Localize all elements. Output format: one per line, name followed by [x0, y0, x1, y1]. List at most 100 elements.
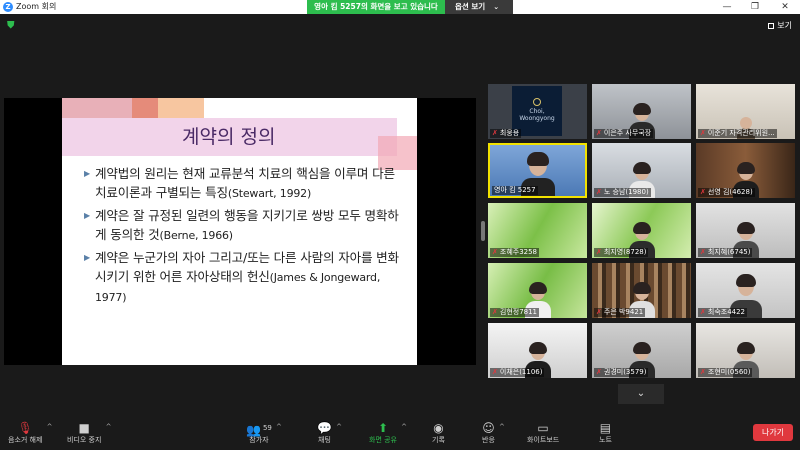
participant-name-label: ✗ 주은 박9421	[594, 308, 646, 317]
split-view-handle[interactable]	[481, 221, 485, 241]
slide-bullet-list: 계약법의 원리는 현재 교류분석 치료의 핵심을 이루며 다른 치료이론과 구별…	[84, 164, 402, 310]
participant-name-label: ✗ 이은주 사무국장	[594, 129, 654, 138]
chevron-up-icon[interactable]: ^	[401, 423, 407, 431]
slide-decoration	[158, 98, 204, 118]
video-tile[interactable]: ✗ 권경미(3579)	[592, 323, 691, 378]
participants-count: 59	[262, 424, 272, 432]
video-tile[interactable]: ✗ 이은주 사무국장	[592, 84, 691, 139]
mic-muted-icon: ✗	[700, 308, 706, 316]
reactions-button[interactable]: ☺ 반응 ^	[482, 420, 505, 445]
video-tile[interactable]: ✗ 이채은(1106)	[488, 323, 587, 378]
close-icon[interactable]: ✕	[775, 1, 795, 13]
video-tile[interactable]: ✗ 주은 박9421	[592, 263, 691, 318]
slide-title: 계약의 정의	[182, 126, 276, 148]
chevron-up-icon[interactable]: ^	[276, 423, 282, 431]
mic-muted-icon: ✗	[700, 368, 706, 376]
participant-name-label: ✗ 노 승남(1980)	[594, 188, 651, 197]
record-icon: ◉	[433, 421, 444, 435]
video-tile[interactable]: ✗ 김현정7811	[488, 263, 587, 318]
mic-muted-icon: ✗	[596, 368, 602, 376]
record-button[interactable]: ◉ 기록	[432, 420, 445, 445]
participants-icon: 👥 59	[246, 423, 272, 437]
slide-decoration	[132, 98, 158, 118]
participant-name-label: ✗ 조현미(0560)	[698, 368, 753, 377]
participant-name-label: ✗ 최지영(8728)	[594, 248, 649, 257]
slide-bullet: 계약법의 원리는 현재 교류분석 치료의 핵심을 이루며 다른 치료이론과 구별…	[84, 164, 402, 203]
video-tile[interactable]: ✗ 조혜주3258	[488, 203, 587, 258]
participant-name-label: ✗ 최숙조4422	[698, 308, 748, 317]
chevron-down-icon: ⌄	[636, 388, 646, 399]
participant-name-label: ✗ 김현정7811	[490, 308, 540, 317]
video-tile[interactable]: ✗ 노 승남(1980)	[592, 143, 691, 198]
video-camera-icon: ■	[78, 421, 90, 435]
view-options-label: 옵션 보기	[455, 2, 486, 11]
slide-bullet: 계약은 누군가의 자아 그리고/또는 다른 사람의 자아를 변화시키기 위한 어…	[84, 248, 402, 307]
video-tile[interactable]: ✗ 최지혜(6745)	[696, 203, 795, 258]
participant-name-label: ✗ 이채은(1106)	[490, 368, 545, 377]
minimize-icon[interactable]: —	[717, 1, 737, 13]
mic-muted-icon: ✗	[700, 129, 706, 137]
participant-name-label: 영아 킴 5257	[492, 186, 538, 195]
mic-muted-icon: ✗	[492, 248, 498, 256]
leave-meeting-button[interactable]: 나가기	[753, 424, 793, 441]
chat-button[interactable]: 💬 채팅 ^	[317, 420, 342, 445]
participant-name-label: ✗ 최웅용	[490, 129, 522, 138]
participant-name-label: ✗ 최지혜(6745)	[698, 248, 753, 257]
video-tile[interactable]: ✗ 최지영(8728)	[592, 203, 691, 258]
share-screen-icon: ⬆	[377, 421, 389, 435]
share-screen-button[interactable]: ⬆ 화면 공유 ^	[369, 420, 407, 445]
video-tile-active-speaker[interactable]: 영아 킴 5257	[488, 143, 587, 198]
participant-name-label: ✗ 이준기 자격관리위원...	[698, 129, 777, 138]
grid-view-icon	[768, 23, 775, 29]
view-button-label: 보기	[777, 21, 792, 30]
security-shield-icon[interactable]: ⛊	[7, 20, 17, 31]
mic-muted-icon: ✗	[700, 248, 706, 256]
presentation-slide: 계약의 정의 계약법의 원리는 현재 교류분석 치료의 핵심을 이루며 다른 치…	[62, 98, 417, 365]
participant-name-label: ✗ 조혜주3258	[490, 248, 540, 257]
mic-muted-icon: ✗	[596, 129, 602, 137]
share-banner: 영아 킴 5257의 화면을 보고 있습니다 옵션 보기 ⌄	[307, 0, 513, 14]
mic-muted-icon: ✗	[492, 308, 498, 316]
participants-button[interactable]: 👥 59 참가자 ^	[246, 420, 282, 445]
restore-icon[interactable]: ❐	[745, 1, 765, 13]
microphone-off-icon: 🎙	[17, 421, 33, 435]
view-button[interactable]: 보기	[768, 20, 792, 31]
participant-name-label: ✗ 선영 김(4628)	[698, 188, 755, 197]
video-tile[interactable]: Choi, Woongyong ✗ 최웅용	[488, 84, 587, 139]
stop-video-button[interactable]: ■ 비디오 중지 ^	[67, 420, 111, 445]
view-options-button[interactable]: 옵션 보기 ⌄	[445, 0, 513, 14]
mic-muted-icon: ✗	[700, 188, 706, 196]
whiteboard-button[interactable]: ▭ 화이트보드	[527, 420, 559, 445]
chevron-up-icon[interactable]: ^	[47, 423, 53, 431]
mic-muted-icon: ✗	[492, 129, 498, 137]
zoom-logo-icon: Z	[3, 2, 13, 12]
notes-button[interactable]: ▤ 노트	[599, 420, 612, 445]
slide-bullet: 계약은 잘 규정된 일련의 행동을 지키기로 쌍방 모두 명확하게 동의한 것(…	[84, 206, 402, 245]
emblem-icon	[533, 98, 541, 106]
mic-muted-icon: ✗	[596, 188, 602, 196]
whiteboard-icon: ▭	[537, 421, 549, 435]
video-tile[interactable]: ✗ 최숙조4422	[696, 263, 795, 318]
participant-name-label: ✗ 권경미(3579)	[594, 368, 649, 377]
shared-screen: 계약의 정의 계약법의 원리는 현재 교류분석 치료의 핵심을 이루며 다른 치…	[4, 98, 476, 365]
mic-muted-icon: ✗	[596, 308, 602, 316]
slide-decoration	[62, 98, 132, 118]
zoom-window: Z Zoom 회의 — ❐ ✕ 영아 킴 5257의 화면을 보고 있습니다 옵…	[0, 0, 800, 450]
unmute-button[interactable]: 🎙 음소거 해제 ^	[8, 420, 52, 445]
smiley-icon: ☺	[482, 421, 495, 435]
gallery-next-page-button[interactable]: ⌄	[618, 384, 664, 404]
video-tile[interactable]: ✗ 이준기 자격관리위원...	[696, 84, 795, 139]
chat-icon: 💬	[317, 421, 332, 435]
meeting-toolbar: 🎙 음소거 해제 ^ ■ 비디오 중지 ^ 👥 59 참가자 ^ 💬 채팅 ^ ⬆…	[0, 414, 800, 450]
video-tile[interactable]: ✗ 선영 김(4628)	[696, 143, 795, 198]
video-tile[interactable]: ✗ 조현미(0560)	[696, 323, 795, 378]
window-title: Zoom 회의	[16, 2, 57, 11]
mic-muted-icon: ✗	[492, 368, 498, 376]
notes-icon: ▤	[599, 421, 612, 435]
chevron-up-icon[interactable]: ^	[106, 423, 112, 431]
chevron-down-icon: ⌄	[493, 3, 500, 11]
mic-muted-icon: ✗	[596, 248, 602, 256]
chevron-up-icon[interactable]: ^	[499, 423, 505, 431]
chevron-up-icon[interactable]: ^	[336, 423, 342, 431]
share-banner-message: 영아 킴 5257의 화면을 보고 있습니다	[307, 0, 445, 14]
